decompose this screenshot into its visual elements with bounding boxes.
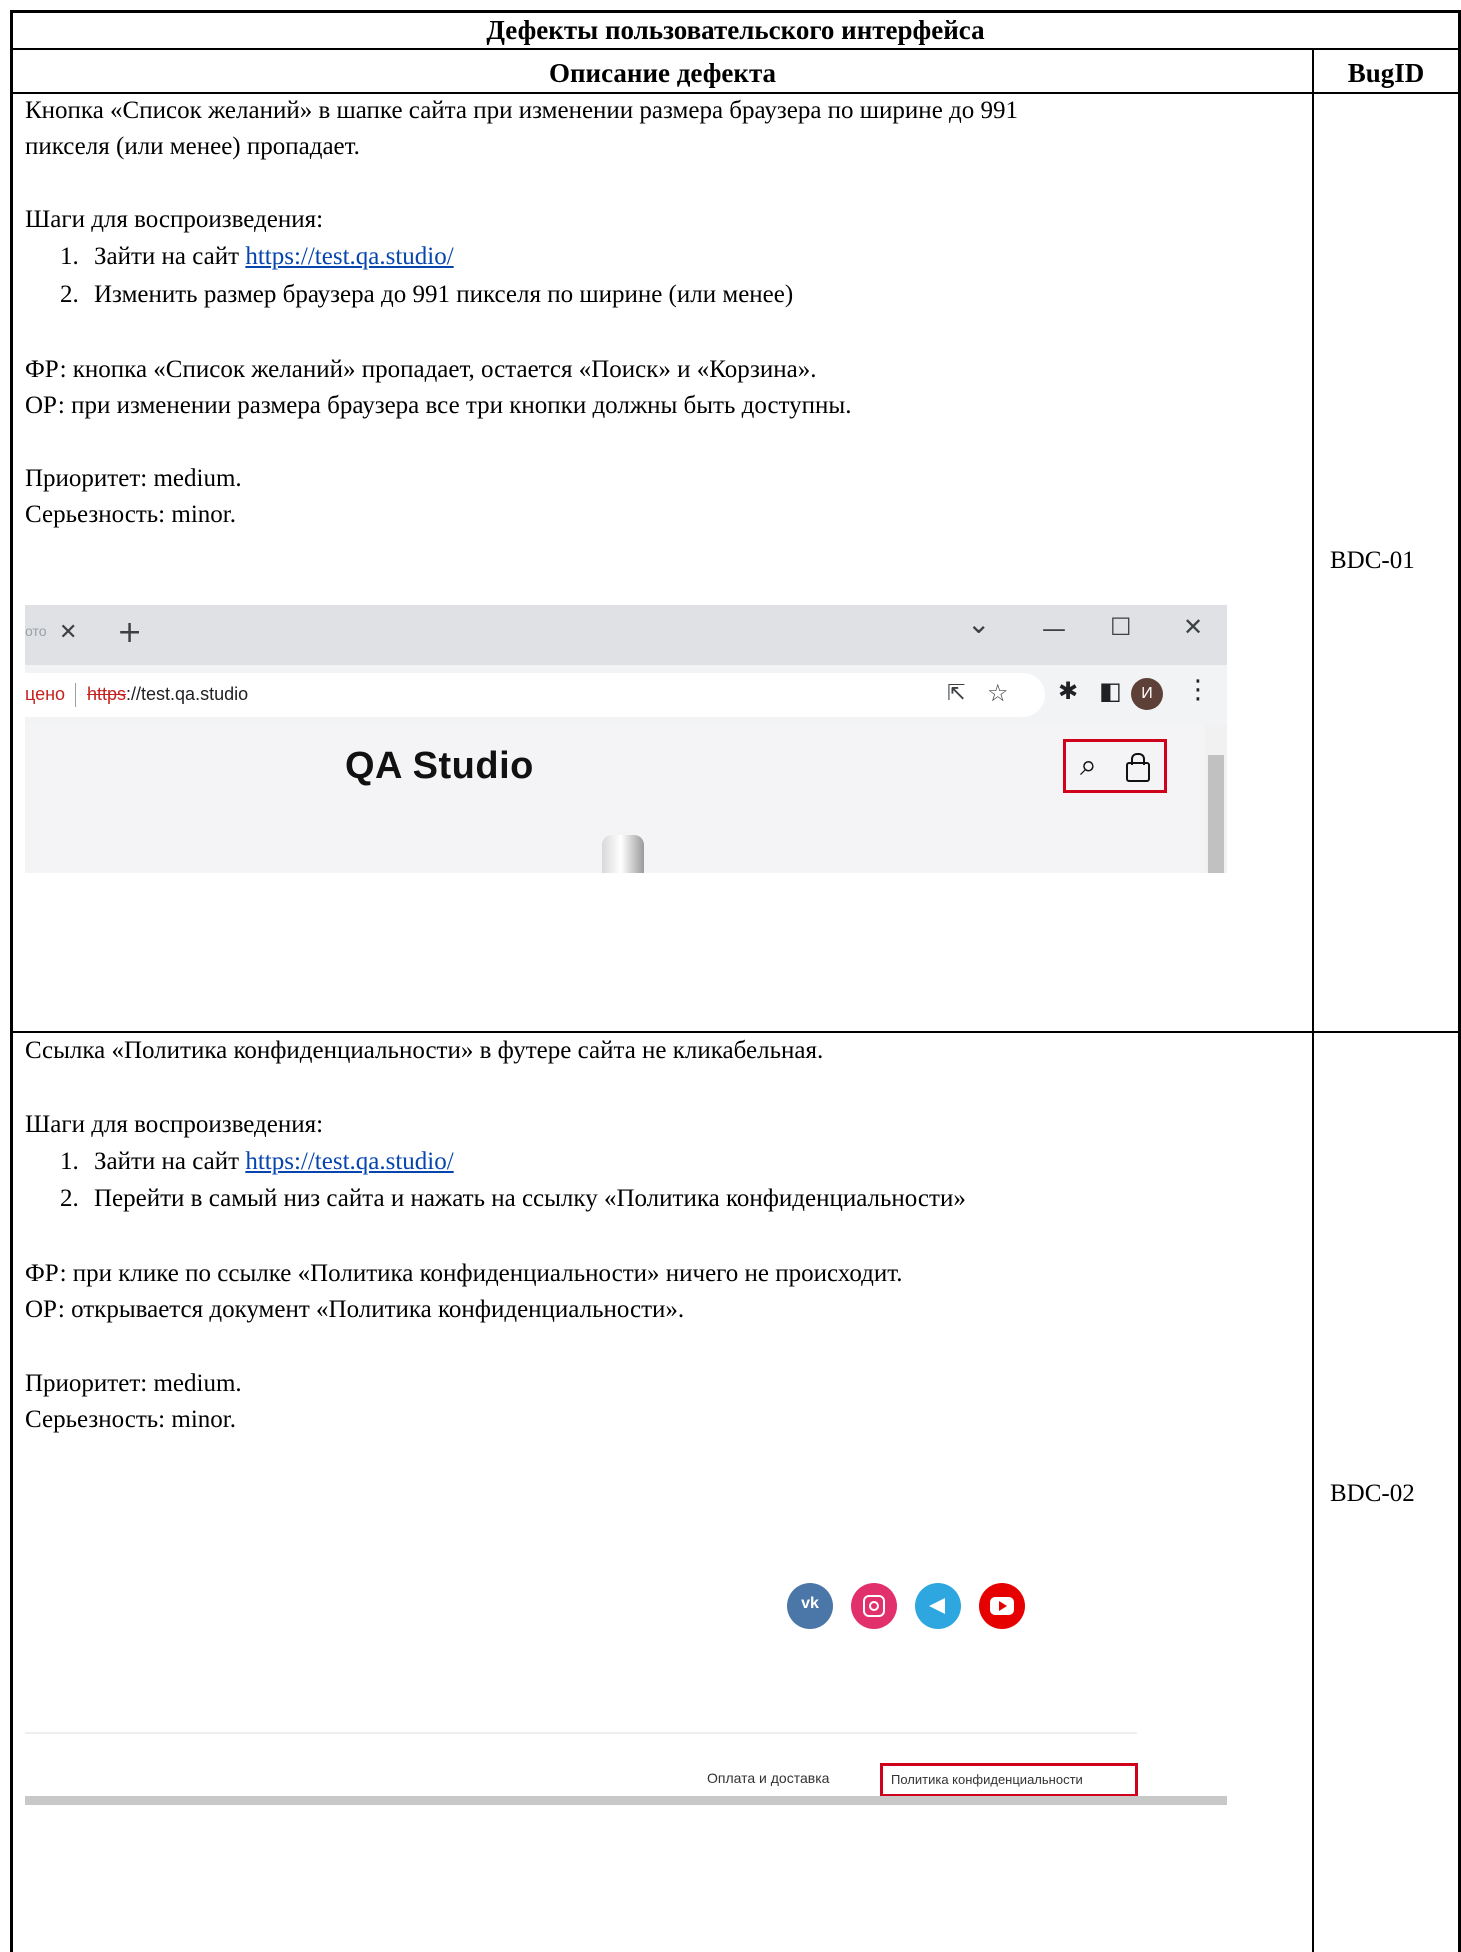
tab-close-icon[interactable]: ✕ xyxy=(59,620,77,645)
bug1-step1: Зайти на сайт https://test.qa.studio/ xyxy=(94,242,454,272)
footer-divider xyxy=(25,1732,1137,1734)
minimize-icon[interactable]: — xyxy=(1042,615,1066,643)
instagram-icon[interactable] xyxy=(851,1583,897,1629)
bug1-id: BDC-01 xyxy=(1330,547,1415,574)
vk-label: vk xyxy=(801,1595,819,1612)
omnibox[interactable]: цено https://test.qa.studio ⇱ ☆ xyxy=(25,673,1045,717)
insecure-label: цено xyxy=(25,684,66,704)
bug1-site-link[interactable]: https://test.qa.studio/ xyxy=(245,243,453,270)
bug1-summary-line1: Кнопка «Список желаний» в шапке сайта пр… xyxy=(25,97,1019,124)
bug2-id: BDC-02 xyxy=(1330,1480,1415,1507)
row1-divider xyxy=(10,1031,1461,1033)
scrollbar[interactable] xyxy=(1205,725,1227,873)
header-row-divider xyxy=(10,92,1461,94)
column-divider xyxy=(1312,48,1314,1952)
bug1-step2-text: Изменить размер браузера до 991 пикселя … xyxy=(94,281,794,308)
window-close-icon[interactable]: ✕ xyxy=(1183,613,1203,641)
site-header: QA Studio ⌕ xyxy=(25,725,1205,873)
youtube-play xyxy=(999,1601,1007,1611)
table-title: Дефекты пользовательского интерфейса xyxy=(486,15,985,45)
icons-highlight-box: ⌕ xyxy=(1063,739,1167,793)
footer-link-delivery[interactable]: Оплата и доставка xyxy=(707,1770,829,1786)
new-tab-icon[interactable]: + xyxy=(117,615,142,650)
bag-icon[interactable] xyxy=(1126,753,1150,782)
bug1-screenshot: ото ✕ + ⌄ — ☐ ✕ цено https://test.qa.stu… xyxy=(25,605,1227,873)
bug1-expected-result: ОР: при изменении размера браузера все т… xyxy=(25,392,852,419)
youtube-glyph xyxy=(990,1597,1014,1615)
site-title: QA Studio xyxy=(345,745,534,787)
bug1-severity: Серьезность: minor. xyxy=(25,501,236,528)
omnibox-divider xyxy=(75,683,76,707)
maximize-icon[interactable]: ☐ xyxy=(1110,613,1132,641)
bug2-screenshot: vk Оплата и доставка Политика конфиденци… xyxy=(25,1560,1227,1810)
bug1-step1-number: 1. xyxy=(60,243,79,270)
url-host: ://test.qa.studio xyxy=(126,684,249,704)
bug2-step1: Зайти на сайт https://test.qa.studio/ xyxy=(94,1147,454,1177)
tab-title-fragment: ото xyxy=(25,623,47,639)
browser-tab-bar: ото ✕ + ⌄ — ☐ ✕ xyxy=(25,605,1227,665)
bug1-actual-result: ФР: кнопка «Список желаний» пропадает, о… xyxy=(25,356,817,383)
bug2-step2-number: 2. xyxy=(60,1185,79,1212)
bug2-summary: Ссылка «Политика конфиденциальности» в ф… xyxy=(25,1037,824,1064)
bug1-priority: Приоритет: medium. xyxy=(25,465,242,492)
tab-search-icon[interactable]: ⌄ xyxy=(967,607,990,640)
bug2-site-link[interactable]: https://test.qa.studio/ xyxy=(245,1148,453,1175)
bug2-step2-text: Перейти в самый низ сайта и нажать на сс… xyxy=(94,1185,966,1212)
extensions-icon[interactable]: ✱ xyxy=(1058,677,1078,705)
side-panel-icon[interactable]: ◧ xyxy=(1099,677,1122,705)
url-scheme: https xyxy=(87,684,127,704)
telegram-icon[interactable] xyxy=(915,1583,961,1629)
title-row-divider xyxy=(10,48,1461,50)
bug2-step1-text: Зайти на сайт xyxy=(94,1148,246,1175)
youtube-icon[interactable] xyxy=(979,1583,1025,1629)
bug2-steps-title: Шаги для воспроизведения: xyxy=(25,1111,324,1138)
bug2-step1-number: 1. xyxy=(60,1148,79,1175)
bug2-priority: Приоритет: medium. xyxy=(25,1370,242,1397)
column-header-bugid: BugID xyxy=(1347,58,1425,88)
menu-dots-icon[interactable]: ⋮ xyxy=(1185,675,1211,705)
bug1-step1-text: Зайти на сайт xyxy=(94,243,246,270)
share-icon[interactable]: ⇱ xyxy=(947,681,965,706)
url-text[interactable]: https://test.qa.studio xyxy=(87,684,248,705)
bag-handle xyxy=(1131,753,1145,765)
horizontal-scrollbar[interactable] xyxy=(25,1796,1227,1805)
bug2-severity: Серьезность: minor. xyxy=(25,1406,236,1433)
footer-link-privacy[interactable]: Политика конфиденциальности xyxy=(891,1772,1083,1787)
privacy-link-highlight: Политика конфиденциальности xyxy=(880,1763,1138,1797)
search-icon[interactable]: ⌕ xyxy=(1080,748,1097,783)
vk-icon[interactable]: vk xyxy=(787,1583,833,1629)
bug1-summary-line2: пикселя (или менее) пропадает. xyxy=(25,133,360,160)
scrollbar-thumb[interactable] xyxy=(1208,755,1224,873)
instagram-glyph xyxy=(863,1595,885,1617)
bug1-step2-number: 2. xyxy=(60,281,79,308)
telegram-glyph xyxy=(929,1598,945,1614)
bookmark-star-icon[interactable]: ☆ xyxy=(987,679,1009,707)
browser-address-bar: цено https://test.qa.studio ⇱ ☆ ✱ ◧ И ⋮ xyxy=(25,665,1227,725)
bug2-expected-result: ОР: открывается документ «Политика конфи… xyxy=(25,1296,685,1323)
table-border-left xyxy=(10,10,13,1952)
product-image-fragment xyxy=(602,835,644,873)
column-header-description: Описание дефекта xyxy=(548,58,777,88)
instagram-lens xyxy=(869,1601,879,1611)
bug2-actual-result: ФР: при клике по ссылке «Политика конфид… xyxy=(25,1260,903,1287)
profile-avatar[interactable]: И xyxy=(1131,678,1163,710)
bug1-steps-title: Шаги для воспроизведения: xyxy=(25,206,324,233)
